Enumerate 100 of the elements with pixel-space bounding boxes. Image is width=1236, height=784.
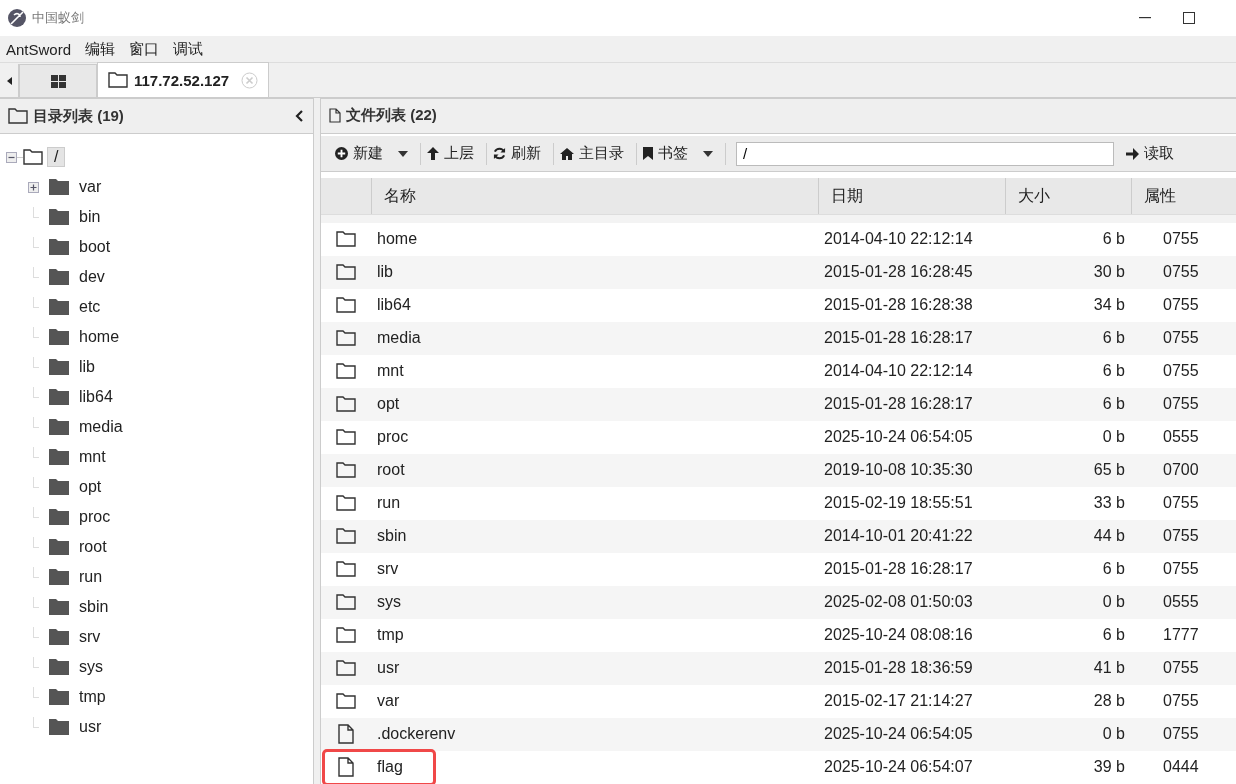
date-cell-text: 2025-10-24 06:54:05: [823, 725, 974, 744]
tree-item[interactable]: bin: [79, 208, 101, 226]
folder-icon: [23, 149, 43, 165]
file-name[interactable]: media: [371, 323, 818, 354]
folder-icon: [49, 389, 69, 405]
file-name[interactable]: opt: [371, 389, 818, 420]
file-name[interactable]: sbin: [371, 521, 818, 552]
column-header[interactable]: 名称: [384, 185, 416, 207]
size-cell-text: 28 b: [1092, 692, 1126, 711]
site-tab[interactable]: 117.72.52.127: [97, 62, 270, 97]
column-header[interactable]: 大小: [1018, 185, 1050, 207]
menu-item[interactable]: 调试: [173, 39, 204, 59]
folder-icon: [49, 239, 69, 255]
tree-item[interactable]: lib64: [79, 388, 113, 406]
folder-icon: [336, 495, 356, 512]
folder-icon: [336, 561, 356, 578]
toolbar-button[interactable]: 上层: [421, 142, 487, 165]
menu-item[interactable]: 编辑: [85, 39, 116, 59]
size-cell-text: 33 b: [1092, 494, 1126, 513]
grid-icon: [50, 74, 66, 88]
file-name[interactable]: mnt: [371, 356, 818, 387]
folder-icon: [49, 509, 69, 525]
folder-icon: [336, 264, 356, 281]
tree-item[interactable]: lib: [79, 358, 95, 376]
permissions-cell-text: 0755: [1162, 560, 1200, 579]
folder-icon: [108, 72, 128, 88]
file-name[interactable]: sys: [371, 587, 818, 618]
folder-icon: [336, 231, 356, 248]
tree-item[interactable]: usr: [79, 718, 102, 736]
tree-item[interactable]: srv: [79, 628, 101, 646]
collapse-icon[interactable]: [295, 110, 303, 122]
tree-item[interactable]: tmp: [79, 688, 106, 706]
tree-item[interactable]: proc: [79, 508, 111, 526]
date-cell-text: 2014-10-01 20:41:22: [823, 527, 974, 546]
add-icon: [335, 147, 348, 160]
toolbar-button[interactable]: 新建: [329, 142, 421, 165]
folder-icon: [336, 330, 356, 347]
minimize-icon[interactable]: [1139, 17, 1151, 19]
tree-item[interactable]: sbin: [79, 598, 109, 616]
bookmark-icon: [643, 147, 653, 160]
toolbar-button[interactable]: 刷新: [487, 142, 554, 165]
folder-icon: [49, 179, 69, 195]
file-name[interactable]: var: [371, 686, 818, 717]
tree-item[interactable]: opt: [79, 478, 102, 496]
caret-icon[interactable]: [398, 150, 408, 157]
panel-title: 文件列表 (22): [346, 106, 437, 126]
permissions-cell-text: 0555: [1162, 428, 1200, 447]
permissions-cell-text: 0755: [1162, 362, 1200, 381]
file-name[interactable]: lib: [371, 257, 818, 288]
file-name[interactable]: run: [371, 488, 818, 519]
file-name[interactable]: proc: [371, 422, 818, 453]
folder-icon: [49, 719, 69, 735]
size-cell-text: 0 b: [1101, 725, 1126, 744]
size-cell-text: 6 b: [1101, 395, 1126, 414]
date-cell-text: 2015-01-28 16:28:17: [823, 560, 974, 579]
tree-item[interactable]: etc: [79, 298, 101, 316]
read-button[interactable]: 读取: [1126, 144, 1174, 163]
permissions-cell-text: 0755: [1162, 230, 1200, 249]
tree-item[interactable]: sys: [79, 658, 103, 676]
maximize-icon[interactable]: [1183, 12, 1195, 24]
file-name[interactable]: .dockerenv: [371, 719, 818, 750]
folder-icon: [49, 329, 69, 345]
column-header[interactable]: 属性: [1144, 185, 1176, 207]
collapse-node-icon[interactable]: [6, 151, 17, 163]
column-header[interactable]: 日期: [831, 185, 863, 207]
tree-item[interactable]: mnt: [79, 448, 106, 466]
caret-icon[interactable]: [703, 150, 713, 157]
date-cell-text: 2015-01-28 16:28:17: [823, 395, 974, 414]
file-name[interactable]: tmp: [371, 620, 818, 651]
file-name[interactable]: lib64: [371, 290, 818, 321]
window-title: 中国蚁剑: [32, 9, 84, 27]
size-cell-text: 6 b: [1101, 362, 1126, 381]
tree-item[interactable]: var: [79, 178, 102, 196]
size-cell-text: 41 b: [1092, 659, 1126, 678]
toolbar-button[interactable]: 书签: [637, 142, 726, 165]
path-field[interactable]: /: [736, 141, 1114, 166]
document-icon: [329, 108, 341, 124]
menu-item[interactable]: 窗口: [129, 39, 160, 59]
folder-icon: [336, 528, 356, 545]
toolbar-button[interactable]: 主目录: [554, 142, 637, 165]
tree-item[interactable]: root: [79, 538, 107, 556]
expand-node-icon[interactable]: [28, 181, 39, 193]
menu-item[interactable]: AntSword: [6, 40, 72, 58]
file-name[interactable]: srv: [371, 554, 818, 585]
tree-item[interactable]: run: [79, 568, 103, 586]
file-name[interactable]: root: [371, 455, 818, 486]
permissions-cell-text: 0755: [1162, 296, 1200, 315]
folder-icon: [49, 569, 69, 585]
folder-icon: [49, 359, 69, 375]
tree-item[interactable]: home: [79, 328, 120, 346]
highlighted-file-name[interactable]: flag: [325, 752, 433, 783]
folder-icon: [8, 108, 28, 124]
tree-item[interactable]: boot: [79, 238, 111, 256]
tree-item[interactable]: dev: [79, 268, 105, 286]
tree-item[interactable]: /: [47, 147, 66, 167]
home-tab[interactable]: [19, 64, 97, 97]
tree-item[interactable]: media: [79, 418, 123, 436]
file-name[interactable]: usr: [371, 653, 818, 684]
folder-icon: [336, 594, 356, 611]
file-name[interactable]: home: [371, 224, 818, 255]
